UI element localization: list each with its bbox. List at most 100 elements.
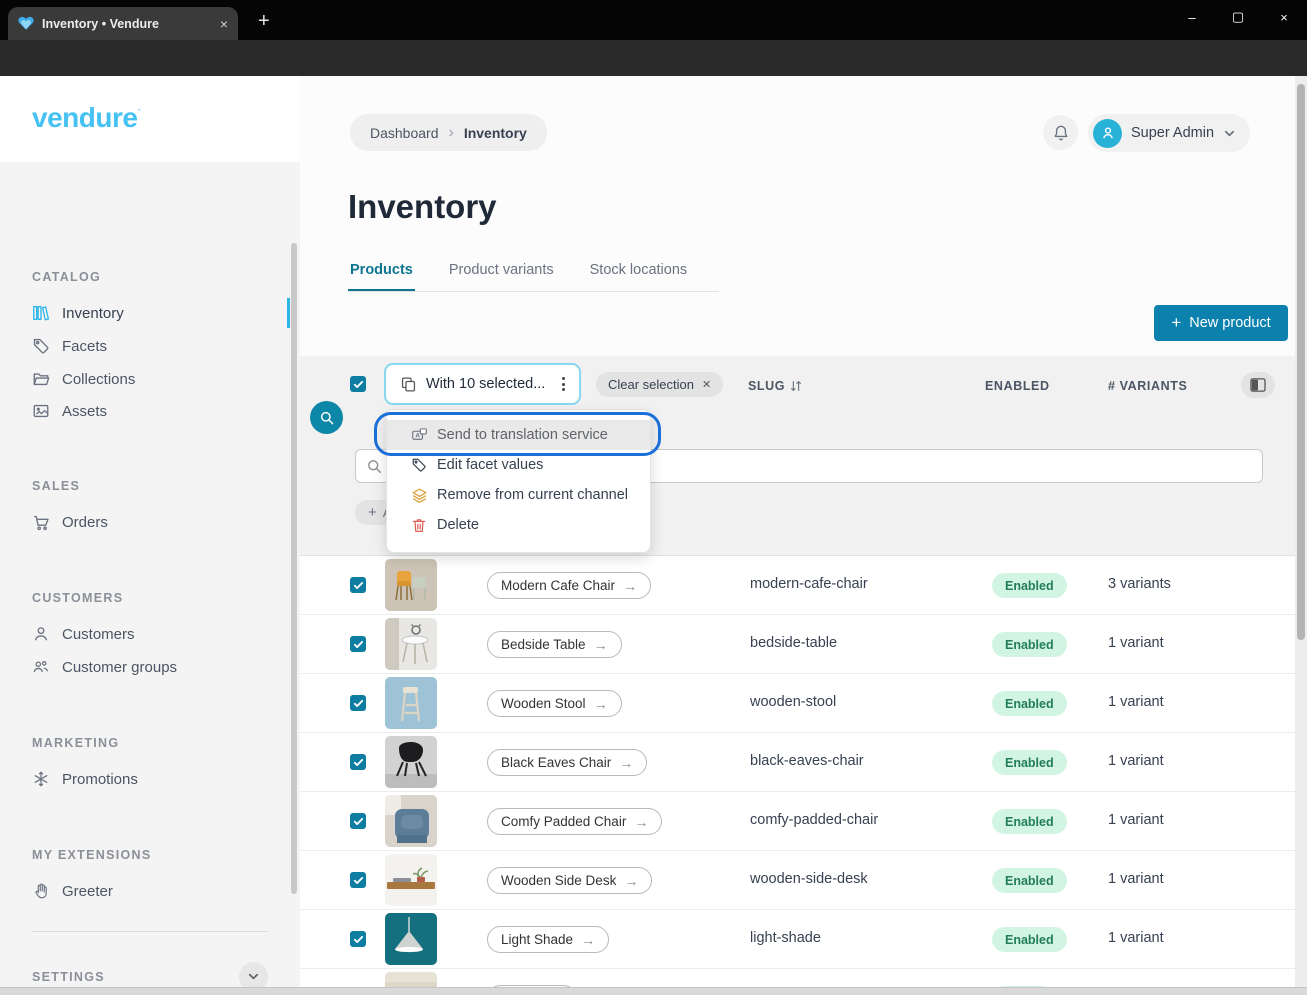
new-tab-button[interactable]: + xyxy=(258,10,270,33)
tab-stock-locations[interactable]: Stock locations xyxy=(588,254,690,291)
sidebar-item-greeter[interactable]: Greeter xyxy=(32,876,113,906)
menu-item-delete[interactable]: Delete xyxy=(387,510,650,540)
tab-product-variants[interactable]: Product variants xyxy=(447,254,556,291)
sort-icon xyxy=(789,379,803,393)
sidebar-item-label: Greeter xyxy=(62,883,113,900)
sidebar-nav: CATALOG Inventory Facets Collections xyxy=(0,162,300,995)
variant-count: 1 variant xyxy=(1108,930,1164,946)
main-content: Dashboard › Inventory Super Admin Invent… xyxy=(300,76,1295,995)
svg-text:A: A xyxy=(415,432,420,439)
tag-icon xyxy=(411,457,428,474)
product-name-chip[interactable]: Light Shade→ xyxy=(487,926,609,953)
sidebar-item-assets[interactable]: Assets xyxy=(32,396,107,426)
cart-icon xyxy=(32,513,50,531)
search-toggle-button[interactable] xyxy=(310,401,343,434)
table-row: Wooden Side Desk→ wooden-side-desk Enabl… xyxy=(300,851,1295,910)
column-picker-button[interactable] xyxy=(1241,372,1275,398)
table-row xyxy=(300,969,1295,987)
table-row: Black Eaves Chair→ black-eaves-chair Ena… xyxy=(300,733,1295,792)
row-checkbox[interactable] xyxy=(350,813,366,829)
product-slug: bedside-table xyxy=(750,635,837,651)
product-name-chip[interactable]: Wooden Stool→ xyxy=(487,690,622,717)
table-row: Light Shade→ light-shade Enabled 1 varia… xyxy=(300,910,1295,969)
columns-icon xyxy=(1250,378,1266,392)
arrow-right-icon: → xyxy=(619,755,633,771)
tab-products[interactable]: Products xyxy=(348,254,415,291)
plus-icon: + xyxy=(1171,313,1181,333)
tag-icon xyxy=(32,337,50,355)
plus-icon: + xyxy=(368,504,377,521)
page-scrollbar[interactable] xyxy=(1295,76,1307,995)
vendure-logo[interactable]: vendure´ xyxy=(32,102,140,134)
row-checkbox[interactable] xyxy=(350,931,366,947)
row-checkbox[interactable] xyxy=(350,695,366,711)
people-icon xyxy=(32,658,50,676)
image-icon xyxy=(32,402,50,420)
table-row: Bedside Table→ bedside-table Enabled 1 v… xyxy=(300,615,1295,674)
select-all-checkbox[interactable] xyxy=(350,376,366,392)
row-checkbox[interactable] xyxy=(350,872,366,888)
menu-item-remove-from-channel[interactable]: Remove from current channel xyxy=(387,480,650,510)
row-checkbox[interactable] xyxy=(350,754,366,770)
app-window: Inventory • Vendure × + – ▢ × localhost:… xyxy=(0,0,1307,995)
sidebar-item-customers[interactable]: Customers xyxy=(32,619,135,649)
table-row: Modern Cafe Chair→ modern-cafe-chair Ena… xyxy=(300,556,1295,615)
arrow-right-icon: → xyxy=(623,578,637,594)
row-checkbox[interactable] xyxy=(350,636,366,652)
browser-tab[interactable]: Inventory • Vendure × xyxy=(8,7,238,40)
sidebar-item-label: Promotions xyxy=(62,771,138,788)
product-name-chip[interactable]: Comfy Padded Chair→ xyxy=(487,808,662,835)
sidebar-item-promotions[interactable]: Promotions xyxy=(32,764,138,794)
breadcrumb-inventory: Inventory xyxy=(464,125,527,141)
status-badge: Enabled xyxy=(992,750,1067,775)
product-slug: wooden-side-desk xyxy=(750,871,868,887)
kebab-menu-icon[interactable] xyxy=(558,375,569,393)
clear-selection-button[interactable]: Clear selection ✕ xyxy=(596,372,723,397)
sidebar-item-inventory[interactable]: Inventory xyxy=(32,298,124,328)
copy-icon xyxy=(400,376,417,393)
product-slug: modern-cafe-chair xyxy=(750,576,868,592)
sidebar-item-collections[interactable]: Collections xyxy=(32,364,135,394)
menu-item-send-to-translation[interactable]: A Send to translation service xyxy=(387,420,650,450)
window-minimize-button[interactable]: – xyxy=(1169,0,1215,34)
books-icon xyxy=(32,304,50,322)
variant-count: 1 variant xyxy=(1108,694,1164,710)
tab-close-icon[interactable]: × xyxy=(220,16,228,32)
notifications-button[interactable] xyxy=(1043,115,1078,150)
sidebar-scrollbar[interactable] xyxy=(291,243,297,894)
product-thumbnail xyxy=(385,795,437,847)
product-name-chip[interactable]: Bedside Table→ xyxy=(487,631,622,658)
bulk-actions-button[interactable]: With 10 selected... xyxy=(384,363,581,405)
user-menu[interactable]: Super Admin xyxy=(1088,114,1250,152)
product-name-chip[interactable]: Modern Cafe Chair→ xyxy=(487,572,651,599)
sidebar-item-orders[interactable]: Orders xyxy=(32,507,108,537)
sidebar-item-customer-groups[interactable]: Customer groups xyxy=(32,652,177,682)
new-product-button[interactable]: + New product xyxy=(1154,305,1288,341)
product-name-chip[interactable]: Black Eaves Chair→ xyxy=(487,749,647,776)
scrollbar-thumb[interactable] xyxy=(1297,84,1305,640)
sidebar-item-label: Customers xyxy=(62,626,135,643)
sidebar-item-facets[interactable]: Facets xyxy=(32,331,107,361)
window-maximize-button[interactable]: ▢ xyxy=(1215,0,1261,34)
sidebar-item-label: Collections xyxy=(62,371,135,388)
row-checkbox[interactable] xyxy=(350,577,366,593)
product-slug: comfy-padded-chair xyxy=(750,812,878,828)
section-settings: SETTINGS xyxy=(32,970,105,984)
check-icon xyxy=(353,379,364,390)
breadcrumb-dashboard[interactable]: Dashboard xyxy=(370,125,439,141)
window-bottom-edge xyxy=(0,987,1307,995)
bell-icon xyxy=(1052,124,1070,142)
product-name-chip[interactable]: Wooden Side Desk→ xyxy=(487,867,652,894)
variant-count: 1 variant xyxy=(1108,753,1164,769)
window-close-button[interactable]: × xyxy=(1261,0,1307,34)
user-name: Super Admin xyxy=(1131,125,1214,141)
table-row: Wooden Stool→ wooden-stool Enabled 1 var… xyxy=(300,674,1295,733)
layers-icon xyxy=(411,487,428,504)
column-header-slug[interactable]: SLUG xyxy=(748,379,803,393)
product-thumbnail xyxy=(385,618,437,670)
menu-item-edit-facet-values[interactable]: Edit facet values xyxy=(387,450,650,480)
product-thumbnail xyxy=(385,854,437,906)
arrow-right-icon: → xyxy=(634,814,648,830)
column-header-enabled: ENABLED xyxy=(985,379,1050,393)
tab-title: Inventory • Vendure xyxy=(42,17,212,31)
